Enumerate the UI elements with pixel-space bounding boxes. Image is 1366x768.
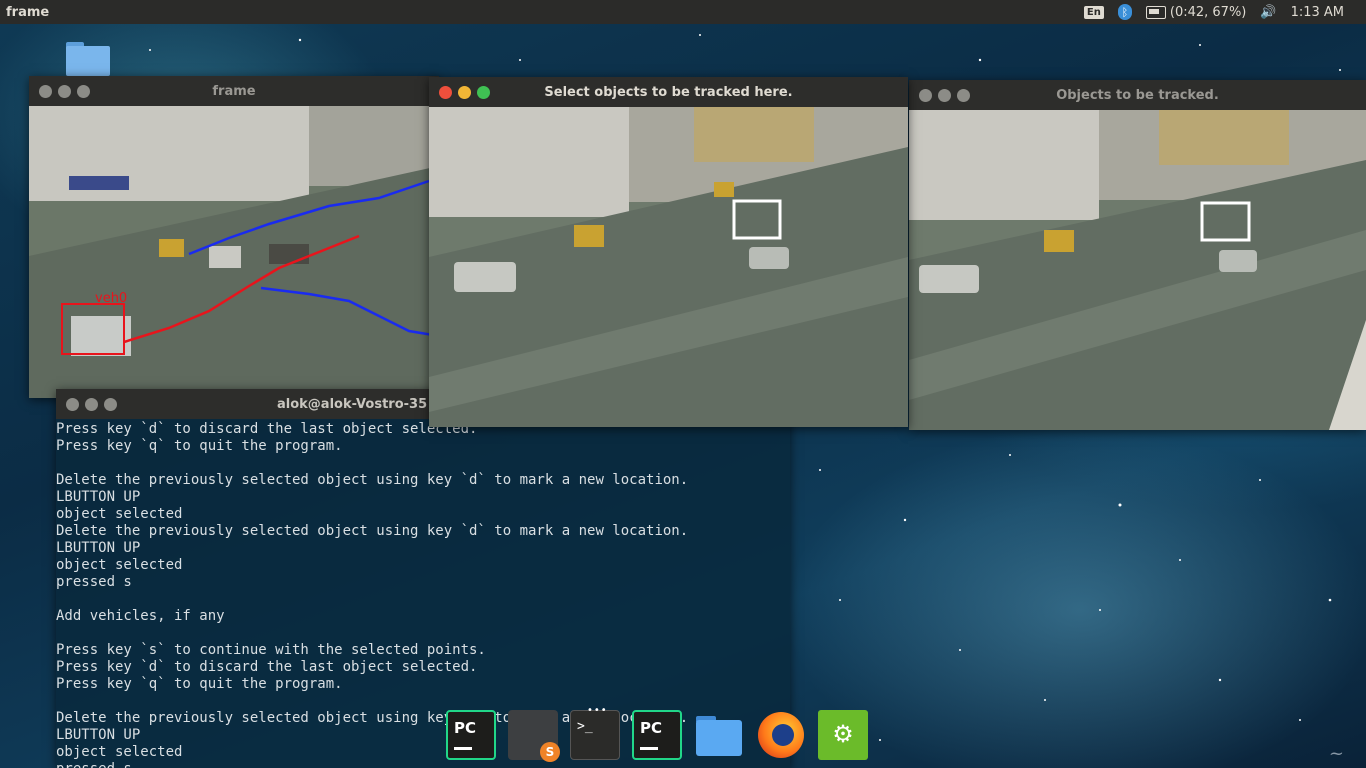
clock[interactable]: 1:13 AM	[1291, 5, 1344, 20]
running-indicator: •••	[587, 705, 608, 716]
close-button[interactable]	[439, 85, 452, 99]
maximize-button[interactable]	[477, 85, 490, 99]
window-title: frame	[212, 83, 256, 99]
maximize-button[interactable]	[77, 84, 90, 98]
terminal-icon: >_	[577, 719, 593, 734]
video-frame[interactable]	[429, 107, 908, 427]
terminal-line: LBUTTON UP	[56, 540, 141, 556]
close-button[interactable]	[39, 84, 52, 98]
gear-icon: ⚙	[832, 720, 854, 748]
window-title: Select objects to be tracked here.	[544, 84, 793, 100]
terminal-line: Press key `q` to quit the program.	[56, 438, 343, 454]
dock: PC S ••• >_ PC ⚙	[446, 705, 868, 762]
close-button[interactable]	[919, 88, 932, 102]
indicator-area: En ᛒ (0:42, 67%) 🔊 1:13 AM	[1083, 4, 1366, 20]
terminal-line: Press key `q` to quit the program.	[56, 676, 343, 692]
terminal-line: pressed s	[56, 761, 790, 768]
sublime-icon: S	[540, 742, 560, 762]
titlebar[interactable]: frame	[29, 76, 439, 106]
terminal-line: Delete the previously selected object us…	[56, 472, 689, 488]
desktop-folder-icon[interactable]	[66, 40, 110, 76]
terminal-line: Add vehicles, if any	[56, 608, 225, 624]
files-launcher[interactable]	[694, 710, 744, 760]
keyboard-layout-indicator[interactable]: En	[1083, 5, 1104, 19]
window-select-objects[interactable]: Select objects to be tracked here.	[429, 77, 908, 427]
active-app-name[interactable]: frame	[0, 5, 49, 20]
titlebar[interactable]: Select objects to be tracked here.	[429, 77, 908, 107]
video-frame: veh0	[29, 106, 439, 398]
minimize-button[interactable]	[58, 84, 71, 98]
vehicle-label: veh0	[95, 291, 127, 306]
settings-launcher[interactable]: ⚙	[818, 710, 868, 760]
firefox-launcher[interactable]	[756, 710, 806, 760]
terminal-line: object selected	[56, 557, 183, 573]
battery-text: (0:42, 67%)	[1169, 4, 1247, 20]
maximize-button[interactable]	[104, 397, 117, 411]
terminal-line: object selected	[56, 506, 183, 522]
terminal-line: LBUTTON UP	[56, 489, 141, 505]
terminal-line: Press key `s` to continue with the selec…	[56, 642, 486, 658]
battery-icon	[1145, 5, 1166, 19]
terminal-line: Delete the previously selected object us…	[56, 523, 689, 539]
top-panel: frame En ᛒ (0:42, 67%) 🔊 1:13 AM	[0, 0, 1366, 24]
pycharm-launcher-2[interactable]: PC	[632, 710, 682, 760]
sublime-text-launcher[interactable]: S	[508, 710, 560, 762]
window-frame[interactable]: frame veh0	[29, 76, 439, 398]
terminal-line: Press key `d` to discard the last object…	[56, 659, 478, 675]
maximize-button[interactable]	[957, 88, 970, 102]
video-frame	[909, 110, 1366, 430]
minimize-button[interactable]	[938, 88, 951, 102]
battery-indicator[interactable]: (0:42, 67%)	[1145, 4, 1247, 20]
close-button[interactable]	[66, 397, 79, 411]
window-title: Objects to be tracked.	[1056, 87, 1219, 103]
pycharm-launcher[interactable]: PC	[446, 710, 496, 760]
minimize-button[interactable]	[85, 397, 98, 411]
volume-icon[interactable]: 🔊	[1260, 5, 1276, 20]
minimize-button[interactable]	[458, 85, 471, 99]
wallpaper-signature: ~	[1328, 743, 1344, 764]
window-objects-tracked[interactable]: Objects to be tracked.	[909, 80, 1366, 430]
bluetooth-icon[interactable]: ᛒ	[1117, 4, 1132, 20]
terminal-line: pressed s	[56, 574, 132, 590]
titlebar[interactable]: Objects to be tracked.	[909, 80, 1366, 110]
terminal-launcher[interactable]: ••• >_	[570, 705, 620, 760]
